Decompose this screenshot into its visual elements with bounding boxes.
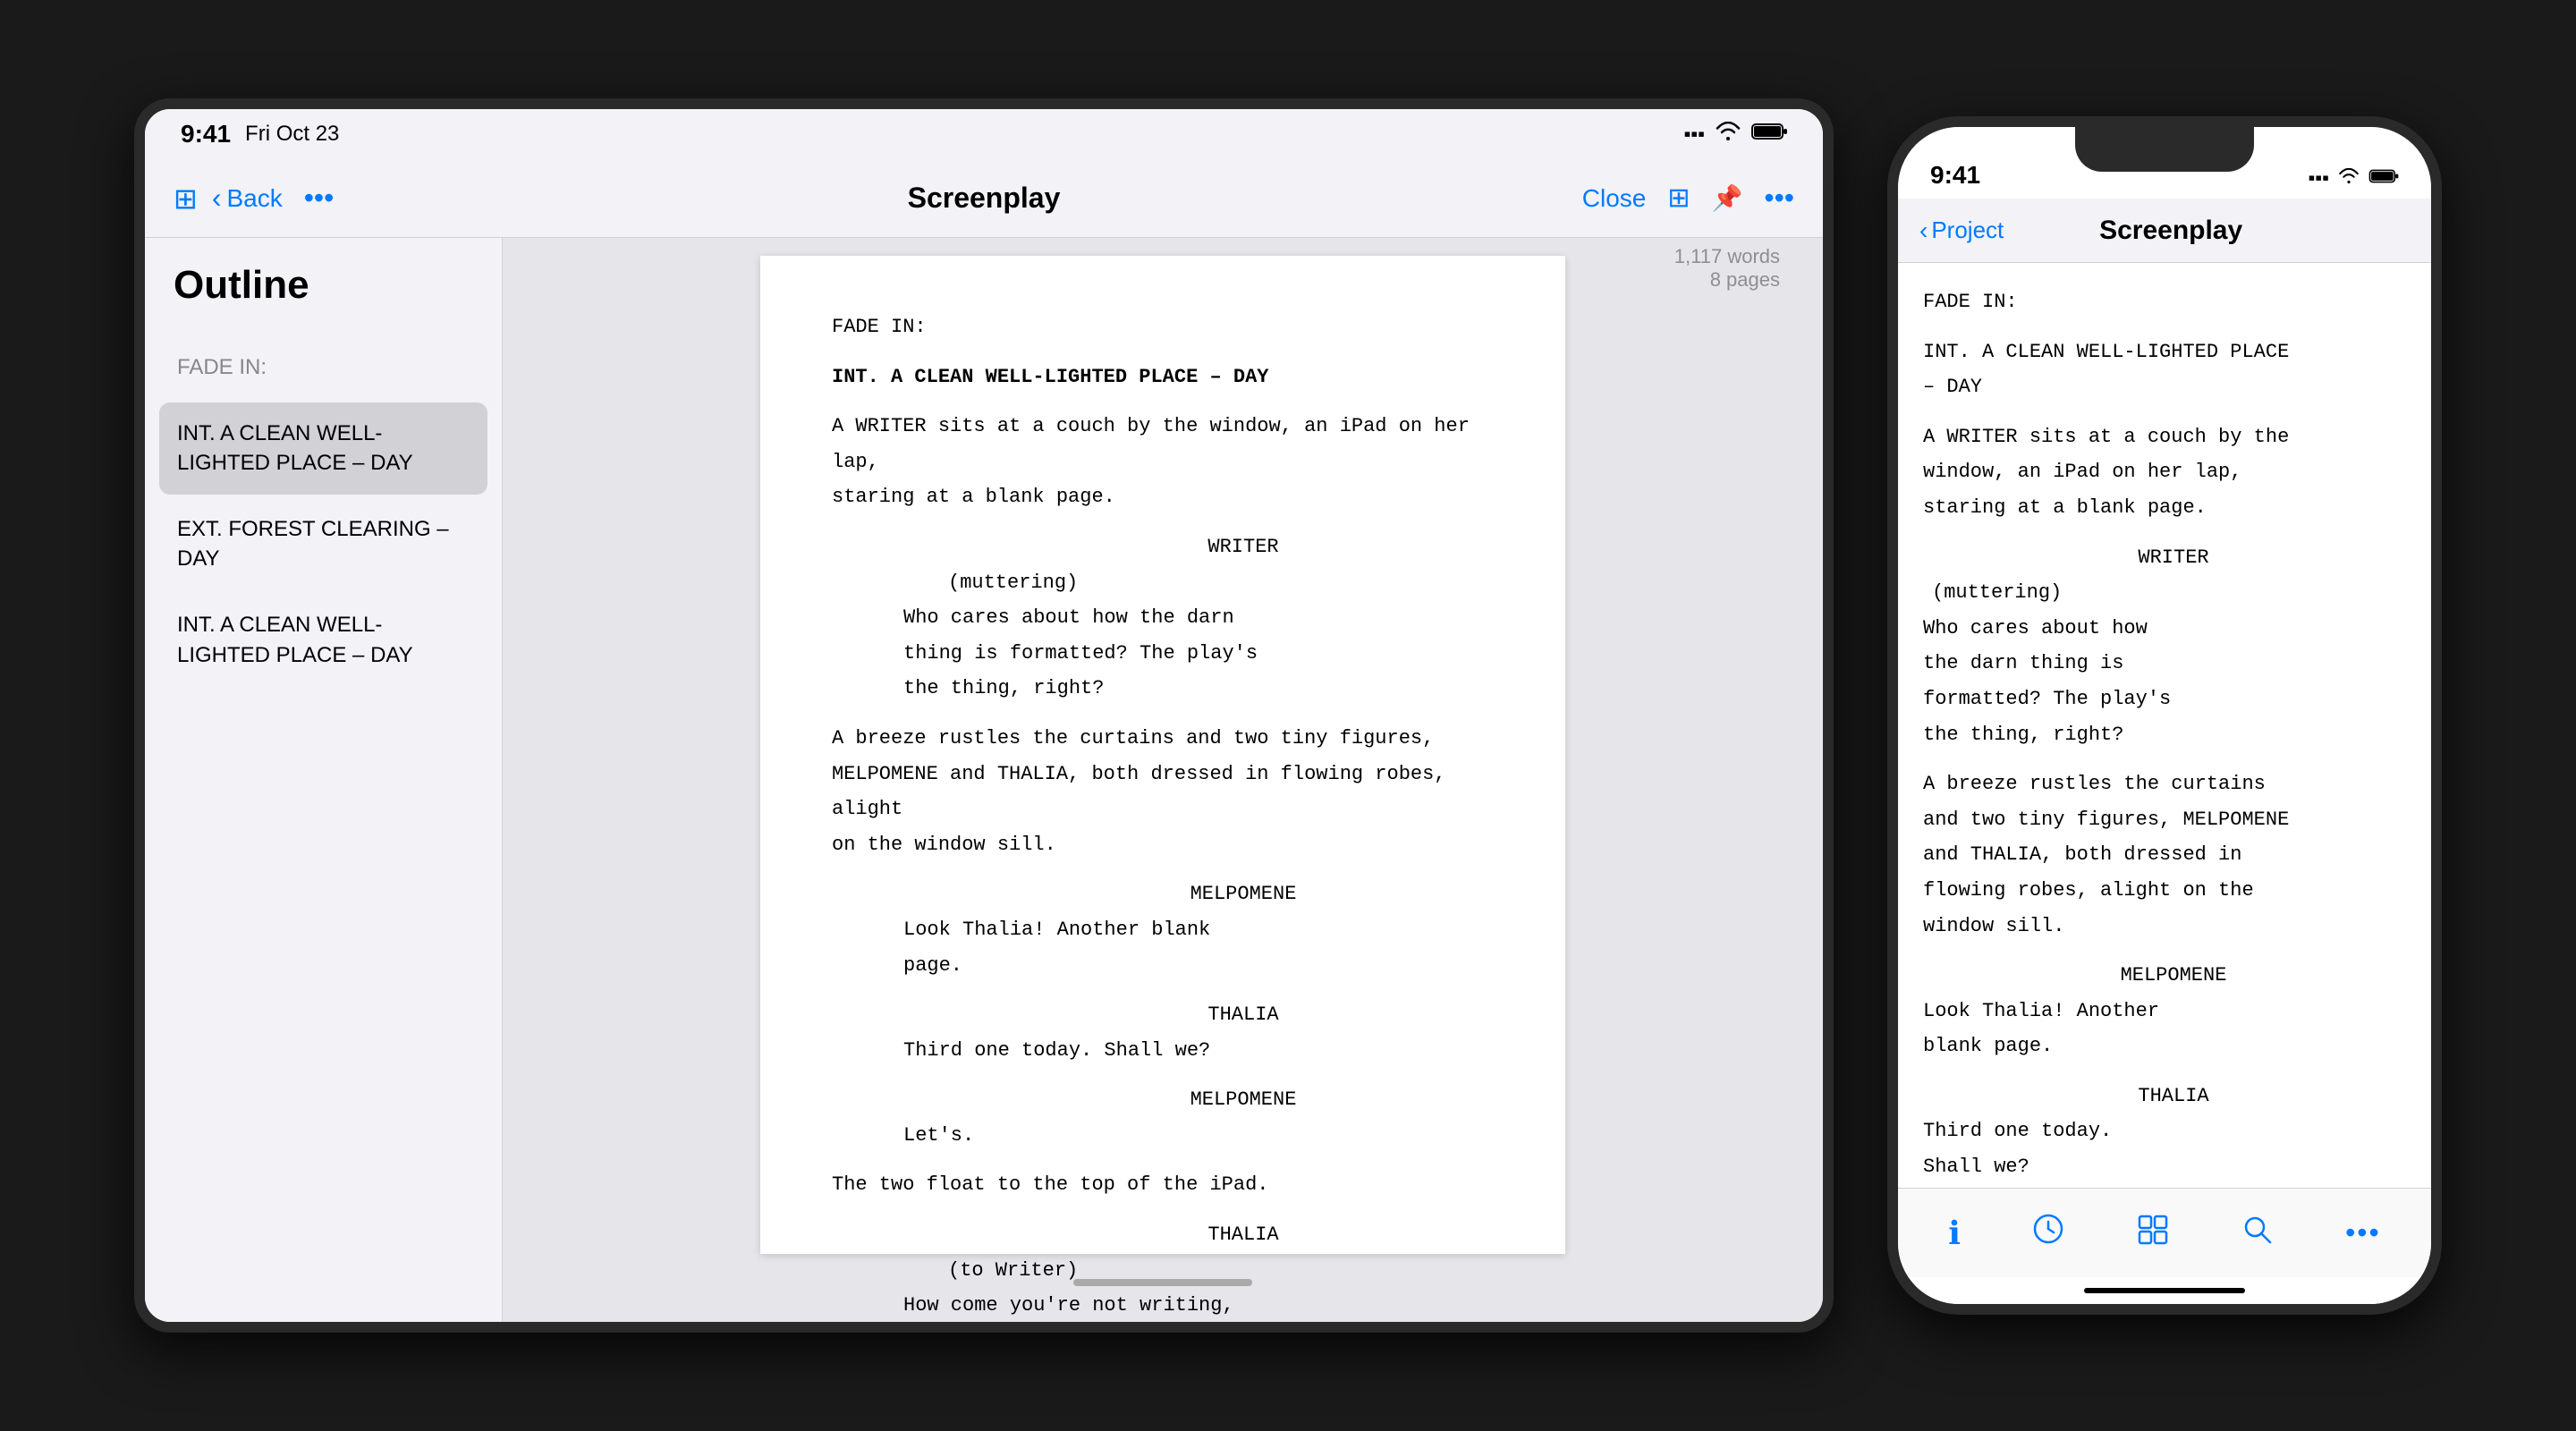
main-area: Outline FADE IN: INT. A CLEAN WELL-LIGHT… [145, 238, 1823, 1322]
char-melpomene-2: MELPOMENE [832, 1082, 1494, 1118]
back-button[interactable]: ‹ Back [212, 182, 283, 215]
iphone-home-bar [2084, 1288, 2245, 1293]
iphone-signal-icon: ▪▪▪ [2309, 166, 2329, 190]
tab-grid[interactable] [2137, 1214, 2169, 1253]
iphone-char2: MELPOMENE [1923, 958, 2406, 994]
iphone-notch [2075, 127, 2254, 172]
char-thalia-1: THALIA [832, 997, 1494, 1033]
iphone-action1: A WRITER sits at a couch by thewindow, a… [1923, 419, 2406, 526]
iphone-back-label: Project [1931, 216, 2004, 244]
iphone-action2: A breeze rustles the curtainsand two tin… [1923, 766, 2406, 944]
more-icon[interactable]: ••• [304, 182, 335, 215]
iphone-char3: THALIA [1923, 1079, 2406, 1114]
iphone-home-indicator [1898, 1277, 2431, 1304]
ipad-date: Fri Oct 23 [245, 122, 339, 147]
tab-search[interactable] [2241, 1214, 2274, 1253]
search-icon [2241, 1214, 2274, 1253]
info-icon: ℹ [1948, 1215, 1961, 1252]
iphone-char1: WRITER [1923, 540, 2406, 576]
iphone-nav: ‹ Project Screenplay [1898, 199, 2431, 263]
iphone-wifi-icon [2338, 166, 2360, 190]
ipad-status-bar: 9:41 Fri Oct 23 ▪▪▪ [145, 109, 1823, 159]
pin-icon[interactable]: 📌 [1712, 183, 1743, 213]
clock-icon [2032, 1213, 2064, 1253]
action-2: A breeze rustles the curtains and two ti… [832, 721, 1494, 862]
scroll-indicator [1073, 1279, 1252, 1286]
nav-center: Screenplay [424, 182, 1544, 215]
word-count-display: 1,117 words 8 pages [1674, 245, 1780, 292]
word-count: 1,117 words [1674, 245, 1780, 268]
action-1: A WRITER sits at a couch by the window, … [832, 409, 1494, 515]
iphone-fade-in: FADE IN: [1923, 284, 2406, 320]
page-count: 8 pages [1674, 268, 1780, 292]
more-options-icon[interactable]: ••• [1764, 182, 1794, 215]
ipad-nav-bar: ⊞ ‹ Back ••• Screenplay Close ⊞ 📌 ••• [145, 159, 1823, 238]
sidebar-items: FADE IN: INT. A CLEAN WELL-LIGHTED PLACE… [145, 336, 502, 1322]
close-button[interactable]: Close [1582, 184, 1647, 213]
sidebar-item-scene2[interactable]: EXT. FOREST CLEARING – DAY [159, 498, 487, 590]
dial-writer-1: Who cares about how the darnthing is for… [832, 600, 1494, 707]
sidebar-item-scene1[interactable]: INT. A CLEAN WELL-LIGHTED PLACE – DAY [159, 402, 487, 495]
paren-writer-1: (muttering) [832, 565, 1494, 601]
tab-more[interactable]: ••• [2345, 1216, 2381, 1249]
iphone-nav-title: Screenplay [2004, 216, 2338, 246]
fade-in: FADE IN: [832, 309, 1494, 345]
sidebar-header: Outline [145, 238, 502, 336]
sidebar-item-fade-in[interactable]: FADE IN: [159, 336, 487, 399]
scene-heading-1: INT. A CLEAN WELL-LIGHTED PLACE – DAY [832, 360, 1494, 395]
dial-melpomene-1: Look Thalia! Another blankpage. [832, 912, 1494, 983]
ipad-status-icons: ▪▪▪ [1684, 122, 1787, 147]
ipad-time: 9:41 [181, 120, 231, 148]
battery-icon [1751, 122, 1787, 147]
iphone-battery-icon [2368, 166, 2399, 190]
char-thalia-2: THALIA [832, 1217, 1494, 1253]
chevron-left-icon: ‹ [212, 182, 222, 215]
iphone-scene1: INT. A CLEAN WELL-LIGHTED PLACE– DAY [1923, 334, 2406, 405]
nav-right: Close ⊞ 📌 ••• [1544, 182, 1794, 215]
iphone-dial1: Who cares about howthe darn thing isform… [1923, 611, 2406, 752]
sidebar-title: Outline [174, 263, 473, 308]
iphone-content[interactable]: FADE IN: INT. A CLEAN WELL-LIGHTED PLACE… [1898, 263, 2431, 1188]
doc-page-1: FADE IN: INT. A CLEAN WELL-LIGHTED PLACE… [760, 256, 1565, 1254]
doc-area[interactable]: 1,117 words 8 pages FADE IN: INT. A CLEA… [503, 238, 1823, 1322]
iphone-status-icons: ▪▪▪ [2309, 166, 2399, 190]
char-writer-1: WRITER [832, 529, 1494, 565]
iphone-dial2: Look Thalia! Anotherblank page. [1923, 994, 2406, 1064]
back-label: Back [226, 184, 282, 213]
sidebar-item-label: INT. A CLEAN WELL-LIGHTED PLACE – DAY [177, 613, 413, 667]
action-3: The two float to the top of the iPad. [832, 1167, 1494, 1203]
sidebar-item-label: INT. A CLEAN WELL-LIGHTED PLACE – DAY [177, 421, 413, 476]
tab-history[interactable] [2032, 1213, 2064, 1253]
tab-info[interactable]: ℹ [1948, 1215, 1961, 1252]
iphone-time: 9:41 [1930, 161, 1980, 190]
iphone-paren1: (muttering) [1923, 575, 2406, 611]
sidebar-item-scene3[interactable]: INT. A CLEAN WELL-LIGHTED PLACE – DAY [159, 594, 487, 686]
dial-melpomene-2: Let's. [832, 1118, 1494, 1154]
iphone-back-button[interactable]: ‹ Project [1919, 216, 2004, 245]
char-melpomene-1: MELPOMENE [832, 876, 1494, 912]
signal-icon: ▪▪▪ [1684, 123, 1705, 146]
iphone-tab-bar: ℹ [1898, 1188, 2431, 1277]
doc-title: Screenplay [908, 182, 1061, 214]
wifi-icon [1716, 122, 1741, 147]
iphone-dial3: Third one today.Shall we? [1923, 1113, 2406, 1184]
sidebar-item-label: FADE IN: [177, 355, 267, 379]
grid-view-icon[interactable]: ⊞ [1667, 182, 1690, 214]
sidebar: Outline FADE IN: INT. A CLEAN WELL-LIGHT… [145, 238, 503, 1322]
sidebar-toggle-icon[interactable]: ⊞ [174, 182, 198, 216]
scroll-indicator-wrap [760, 1272, 1565, 1304]
ipad-landscape: 9:41 Fri Oct 23 ▪▪▪ ⊞ [134, 98, 1834, 1333]
grid-icon [2137, 1214, 2169, 1253]
iphone-screenplay: FADE IN: INT. A CLEAN WELL-LIGHTED PLACE… [1923, 284, 2406, 1188]
sidebar-item-label: EXT. FOREST CLEARING – DAY [177, 517, 449, 572]
screenplay-content: FADE IN: INT. A CLEAN WELL-LIGHTED PLACE… [832, 309, 1494, 1322]
nav-left: ⊞ ‹ Back ••• [174, 182, 424, 216]
iphone-chevron-icon: ‹ [1919, 216, 1928, 245]
dial-thalia-1: Third one today. Shall we? [832, 1033, 1494, 1069]
more-icon: ••• [2345, 1216, 2381, 1249]
iphone: 9:41 ▪▪▪ ‹ Project [1887, 116, 2442, 1315]
